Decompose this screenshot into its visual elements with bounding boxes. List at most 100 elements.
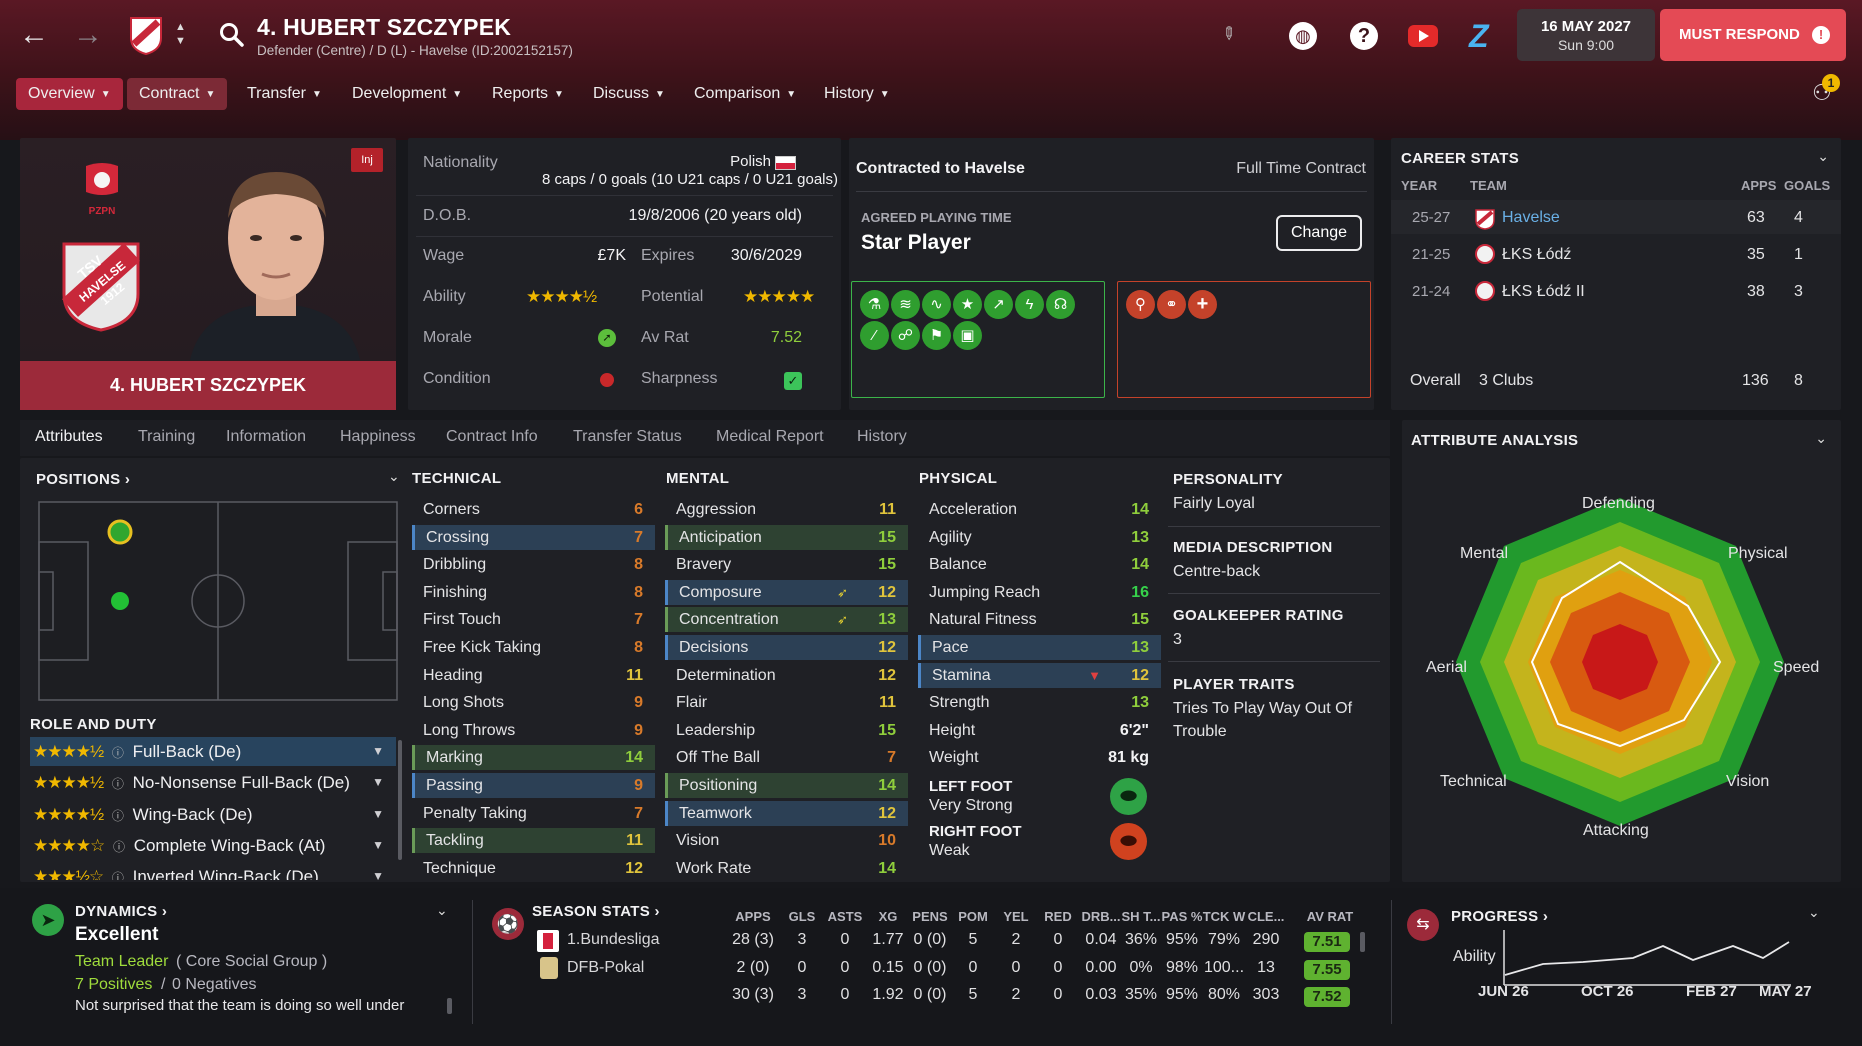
attribute-row[interactable]: Finishing 8 bbox=[412, 580, 655, 605]
role-row[interactable]: ★★★½☆ ⓘ Inverted Wing-Back (De) ▼ bbox=[30, 862, 396, 880]
must-respond-button[interactable]: MUST RESPOND ! bbox=[1660, 9, 1846, 61]
tab-happiness[interactable]: Happiness bbox=[340, 428, 416, 446]
chevron-down-icon[interactable]: ⌄ bbox=[1815, 430, 1827, 447]
attribute-row[interactable]: Pace 13 bbox=[918, 635, 1161, 660]
career-team-link[interactable]: Havelse bbox=[1502, 209, 1560, 227]
role-row[interactable]: ★★★★½ ⓘ Full-Back (De) ▼ bbox=[30, 737, 396, 766]
attribute-row[interactable]: Dribbling 8 bbox=[412, 552, 655, 577]
injury-badge[interactable]: Inj bbox=[351, 148, 383, 172]
tab-medical-report[interactable]: Medical Report bbox=[716, 428, 824, 446]
needle-icon[interactable]: ⁄ bbox=[860, 321, 889, 350]
attribute-row[interactable]: Long Shots 9 bbox=[412, 690, 655, 715]
change-button[interactable]: Change bbox=[1276, 215, 1362, 251]
pitch-icon[interactable]: ▣ bbox=[953, 321, 982, 350]
chevron-down-icon[interactable]: ▼ bbox=[372, 737, 384, 766]
star-icon[interactable]: ★ bbox=[953, 290, 982, 319]
attribute-row[interactable]: Acceleration 14 bbox=[918, 497, 1161, 522]
foot-icon[interactable]: ⚲ bbox=[1126, 290, 1155, 319]
help-icon[interactable]: ? bbox=[1350, 22, 1378, 50]
trend-up-icon[interactable]: ↗ bbox=[984, 290, 1013, 319]
attribute-row[interactable]: Composure ➶ 12 bbox=[665, 579, 908, 605]
attribute-row[interactable]: Crossing 7 bbox=[412, 524, 655, 550]
tab-training[interactable]: Training bbox=[138, 428, 195, 446]
search-icon[interactable] bbox=[219, 22, 245, 48]
medical-cross-icon[interactable]: + bbox=[1188, 290, 1217, 319]
season-scrollbar[interactable] bbox=[1360, 932, 1365, 952]
boot-icon[interactable]: ⚭ bbox=[1157, 290, 1186, 319]
attribute-row[interactable]: Height 6'2" bbox=[918, 718, 1161, 743]
info-icon[interactable]: ⓘ bbox=[113, 840, 125, 854]
crest-switch-icon[interactable]: ▲ ▼ bbox=[175, 20, 186, 48]
youtube-icon[interactable] bbox=[1408, 25, 1438, 47]
flask-icon[interactable]: ⚗ bbox=[860, 290, 889, 319]
menu-development[interactable]: Development ▼ bbox=[340, 78, 474, 110]
dynamics-title[interactable]: DYNAMICS › bbox=[75, 903, 167, 920]
tab-information[interactable]: Information bbox=[226, 428, 306, 446]
attribute-row[interactable]: Bravery 15 bbox=[665, 552, 908, 577]
attribute-row[interactable]: Weight 81 kg bbox=[918, 745, 1161, 770]
info-icon[interactable]: ⓘ bbox=[112, 746, 124, 760]
info-icon[interactable]: ⓘ bbox=[112, 871, 124, 880]
chevron-down-icon[interactable]: ⌄ bbox=[388, 468, 400, 485]
zeus-icon[interactable]: Z bbox=[1469, 18, 1489, 55]
table-row[interactable]: 25-27 Havelse 63 4 bbox=[1391, 200, 1841, 234]
attribute-row[interactable]: Technique 12 bbox=[412, 856, 655, 881]
attribute-row[interactable]: Leadership 15 bbox=[665, 718, 908, 743]
brain-icon[interactable]: ☊ bbox=[1046, 290, 1075, 319]
club-crest-icon[interactable] bbox=[128, 14, 164, 56]
menu-discuss[interactable]: Discuss ▼ bbox=[581, 78, 677, 110]
attribute-row[interactable]: Determination 12 bbox=[665, 663, 908, 688]
attribute-row[interactable]: Jumping Reach 16 bbox=[918, 580, 1161, 605]
attribute-row[interactable]: Strength 13 bbox=[918, 690, 1161, 715]
table-row[interactable]: 21-24 ŁKS Łódź II 38 3 bbox=[1391, 274, 1841, 308]
wave-icon[interactable]: ∿ bbox=[922, 290, 951, 319]
season-header[interactable]: CLE... bbox=[1236, 909, 1296, 924]
menu-contract[interactable]: Contract ▼ bbox=[127, 78, 228, 110]
chevron-down-icon[interactable]: ▼ bbox=[372, 831, 384, 860]
role-row[interactable]: ★★★★☆ ⓘ Complete Wing-Back (At) ▼ bbox=[30, 831, 396, 860]
season-stats-title[interactable]: SEASON STATS › bbox=[532, 903, 660, 920]
chevron-down-icon[interactable]: ⌄ bbox=[436, 902, 448, 919]
attribute-row[interactable]: Penalty Taking 7 bbox=[412, 801, 655, 826]
menu-reports[interactable]: Reports ▼ bbox=[480, 78, 576, 110]
menu-history[interactable]: History ▼ bbox=[812, 78, 902, 110]
layers-icon[interactable]: ≋ bbox=[891, 290, 920, 319]
attribute-row[interactable]: Flair 11 bbox=[665, 690, 908, 715]
edit-pencil-icon[interactable]: ✎ bbox=[1216, 22, 1241, 46]
table-row[interactable]: 21-25 ŁKS Łódź 35 1 bbox=[1391, 237, 1841, 271]
back-arrow-icon[interactable]: ← bbox=[18, 20, 50, 52]
tab-contract-info[interactable]: Contract Info bbox=[446, 428, 538, 446]
attribute-row[interactable]: Anticipation 15 bbox=[665, 524, 908, 550]
attribute-row[interactable]: Teamwork 12 bbox=[665, 800, 908, 826]
menu-transfer[interactable]: Transfer ▼ bbox=[235, 78, 334, 110]
career-team[interactable]: ŁKS Łódź bbox=[1502, 246, 1571, 264]
world-icon[interactable]: ◍ bbox=[1289, 22, 1317, 50]
dynamics-scrollbar[interactable] bbox=[447, 998, 452, 1014]
attribute-row[interactable]: Agility 13 bbox=[918, 525, 1161, 550]
menu-overview[interactable]: Overview ▼ bbox=[16, 78, 123, 110]
flag-icon[interactable]: ⚑ bbox=[922, 321, 951, 350]
tab-attributes[interactable]: Attributes bbox=[35, 428, 103, 446]
menu-comparison[interactable]: Comparison ▼ bbox=[682, 78, 808, 110]
date-box[interactable]: 16 MAY 2027 Sun 9:00 bbox=[1517, 9, 1655, 61]
attribute-row[interactable]: First Touch 7 bbox=[412, 607, 655, 632]
forward-arrow-icon[interactable]: → bbox=[72, 20, 104, 52]
chevron-down-icon[interactable]: ⌄ bbox=[1808, 904, 1820, 921]
attribute-row[interactable]: Heading 11 bbox=[412, 663, 655, 688]
tab-transfer-status[interactable]: Transfer Status bbox=[573, 428, 682, 446]
attribute-row[interactable]: Natural Fitness 15 bbox=[918, 607, 1161, 632]
chevron-down-icon[interactable]: ▼ bbox=[372, 768, 384, 797]
attribute-row[interactable]: Vision 10 bbox=[665, 828, 908, 853]
lightning-icon[interactable]: ϟ bbox=[1015, 290, 1044, 319]
role-row[interactable]: ★★★★½ ⓘ No-Nonsense Full-Back (De) ▼ bbox=[30, 768, 396, 797]
positions-title[interactable]: POSITIONS › bbox=[36, 471, 130, 488]
info-icon[interactable]: ⓘ bbox=[112, 809, 124, 823]
attribute-row[interactable]: Corners 6 bbox=[412, 497, 655, 522]
attribute-row[interactable]: Tackling 11 bbox=[412, 828, 655, 854]
attribute-row[interactable]: Balance 14 bbox=[918, 552, 1161, 577]
info-icon[interactable]: ⓘ bbox=[112, 777, 124, 791]
attribute-row[interactable]: Concentration ➶ 13 bbox=[665, 607, 908, 633]
muscle-icon[interactable]: ☍ bbox=[891, 321, 920, 350]
attribute-row[interactable]: Marking 14 bbox=[412, 745, 655, 771]
chevron-down-icon[interactable]: ⌄ bbox=[1817, 148, 1829, 165]
